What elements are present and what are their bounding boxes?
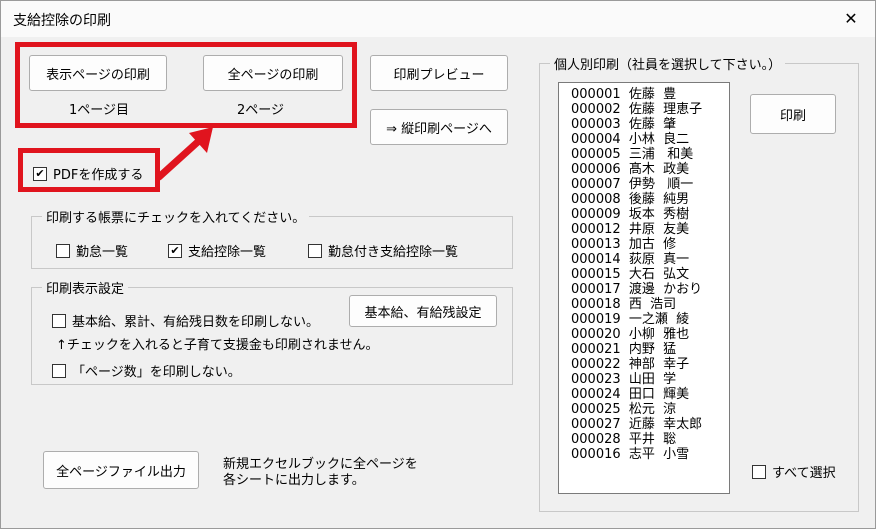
list-item[interactable]: 000014 荻原 真一 [559,252,729,267]
list-item[interactable]: 000020 小柳 雅也 [559,327,729,342]
no-page-number-label: 「ページ数」を印刷しない。 [72,365,241,380]
list-item[interactable]: 000007 伊勢 順一 [559,177,729,192]
current-page-label: 1ページ目 [69,103,130,118]
select-all-label: すべて選択 [772,466,836,481]
display-settings-legend: 印刷表示設定 [42,278,129,297]
employee-list: 000001 佐藤 豊 000002 佐藤 理恵子 000003 佐藤 肇 00000… [559,83,729,462]
attendance-payroll-list-label: 勤怠付き支給控除一覧 [328,245,459,260]
print-preview-button[interactable]: 印刷プレビュー [370,55,508,91]
list-item[interactable]: 000027 近藤 幸太郎 [559,417,729,432]
list-item[interactable]: 000013 加古 修 [559,237,729,252]
child-support-note: ↑チェックを入れると子育て支援金も印刷されません。 [56,338,379,353]
list-item[interactable]: 000008 後藤 純男 [559,192,729,207]
pdf-checkbox[interactable]: ✔ PDFを作成する [33,164,143,183]
export-note-line2: 各シートに出力します。 [223,473,365,488]
print-dialog: 支給控除の印刷 ✕ 表示ページの印刷 全ページの印刷 1ページ目 2ページ 印刷… [0,0,876,529]
payroll-list-checkbox-box[interactable]: ✔ [168,243,182,258]
pdf-checkbox-label: PDFを作成する [53,168,144,183]
no-print-base-label: 基本給、累計、有給残日数を印刷しない。 [72,315,320,330]
list-item[interactable]: 000003 佐藤 肇 [559,117,729,132]
no-page-number-checkbox[interactable]: 「ページ数」を印刷しない。 [52,361,241,380]
display-settings-group: 印刷表示設定 基本給、累計、有給残日数を印刷しない。 ↑チェックを入れると子育て… [31,278,513,385]
select-all-checkbox[interactable]: すべて選択 [752,462,836,481]
select-all-checkbox-box[interactable] [752,464,766,479]
red-arrow-icon [155,127,213,181]
employee-listbox[interactable]: 000001 佐藤 豊 000002 佐藤 理恵子 000003 佐藤 肇 00000… [558,82,730,494]
list-item[interactable]: 000004 小林 良二 [559,132,729,147]
base-pay-setting-button[interactable]: 基本給、有給残設定 [349,295,497,327]
pdf-checkbox-box[interactable]: ✔ [33,166,47,181]
list-item[interactable]: 000015 大石 弘文 [559,267,729,282]
list-item[interactable]: 000005 三浦 和美 [559,147,729,162]
list-item[interactable]: 000019 一之瀬 綾 [559,312,729,327]
list-item[interactable]: 000001 佐藤 豊 [559,87,729,102]
individual-print-legend: 個人別印刷（社員を選択して下さい。） [550,54,786,73]
no-print-base-checkbox[interactable]: 基本給、累計、有給残日数を印刷しない。 [52,311,319,330]
print-all-pages-button[interactable]: 全ページの印刷 [203,55,343,91]
list-item[interactable]: 000018 西 浩司 [559,297,729,312]
payroll-list-checkbox[interactable]: ✔ 支給控除一覧 [168,241,266,260]
list-item[interactable]: 000025 松元 涼 [559,402,729,417]
print-individual-button[interactable]: 印刷 [750,94,836,134]
list-item[interactable]: 000028 平井 聡 [559,432,729,447]
no-print-base-checkbox-box[interactable] [52,313,66,328]
vertical-print-page-button[interactable]: ⇒ 縦印刷ページへ [370,109,508,145]
list-item[interactable]: 000024 田口 輝美 [559,387,729,402]
attendance-list-label: 勤怠一覧 [76,245,129,260]
attendance-list-checkbox[interactable]: 勤怠一覧 [56,241,128,260]
attendance-payroll-list-checkbox-box[interactable] [308,243,322,258]
no-page-number-checkbox-box[interactable] [52,363,66,378]
list-item[interactable]: 000022 神部 幸子 [559,357,729,372]
list-item[interactable]: 000016 志平 小雪 [559,447,729,462]
forms-group: 印刷する帳票にチェックを入れてください。 勤怠一覧 ✔ 支給控除一覧 勤怠付き支… [31,207,513,269]
individual-print-group: 個人別印刷（社員を選択して下さい。） 000001 佐藤 豊 000002 佐藤 … [539,54,859,512]
payroll-list-label: 支給控除一覧 [188,245,267,260]
print-current-page-button[interactable]: 表示ページの印刷 [29,55,167,91]
list-item[interactable]: 000009 坂本 秀樹 [559,207,729,222]
list-item[interactable]: 000017 渡邊 かおり [559,282,729,297]
attendance-payroll-list-checkbox[interactable]: 勤怠付き支給控除一覧 [308,241,458,260]
export-all-pages-button[interactable]: 全ページファイル出力 [43,451,199,489]
list-item[interactable]: 000006 髙木 政美 [559,162,729,177]
total-pages-label: 2ページ [237,103,285,118]
attendance-list-checkbox-box[interactable] [56,243,70,258]
list-item[interactable]: 000021 内野 猛 [559,342,729,357]
forms-group-legend: 印刷する帳票にチェックを入れてください。 [42,207,310,226]
title-bar: 支給控除の印刷 ✕ [1,1,875,37]
close-icon[interactable]: ✕ [837,5,865,33]
list-item[interactable]: 000012 井原 友美 [559,222,729,237]
list-item[interactable]: 000002 佐藤 理恵子 [559,102,729,117]
dialog-title: 支給控除の印刷 [13,13,111,29]
list-item[interactable]: 000023 山田 学 [559,372,729,387]
